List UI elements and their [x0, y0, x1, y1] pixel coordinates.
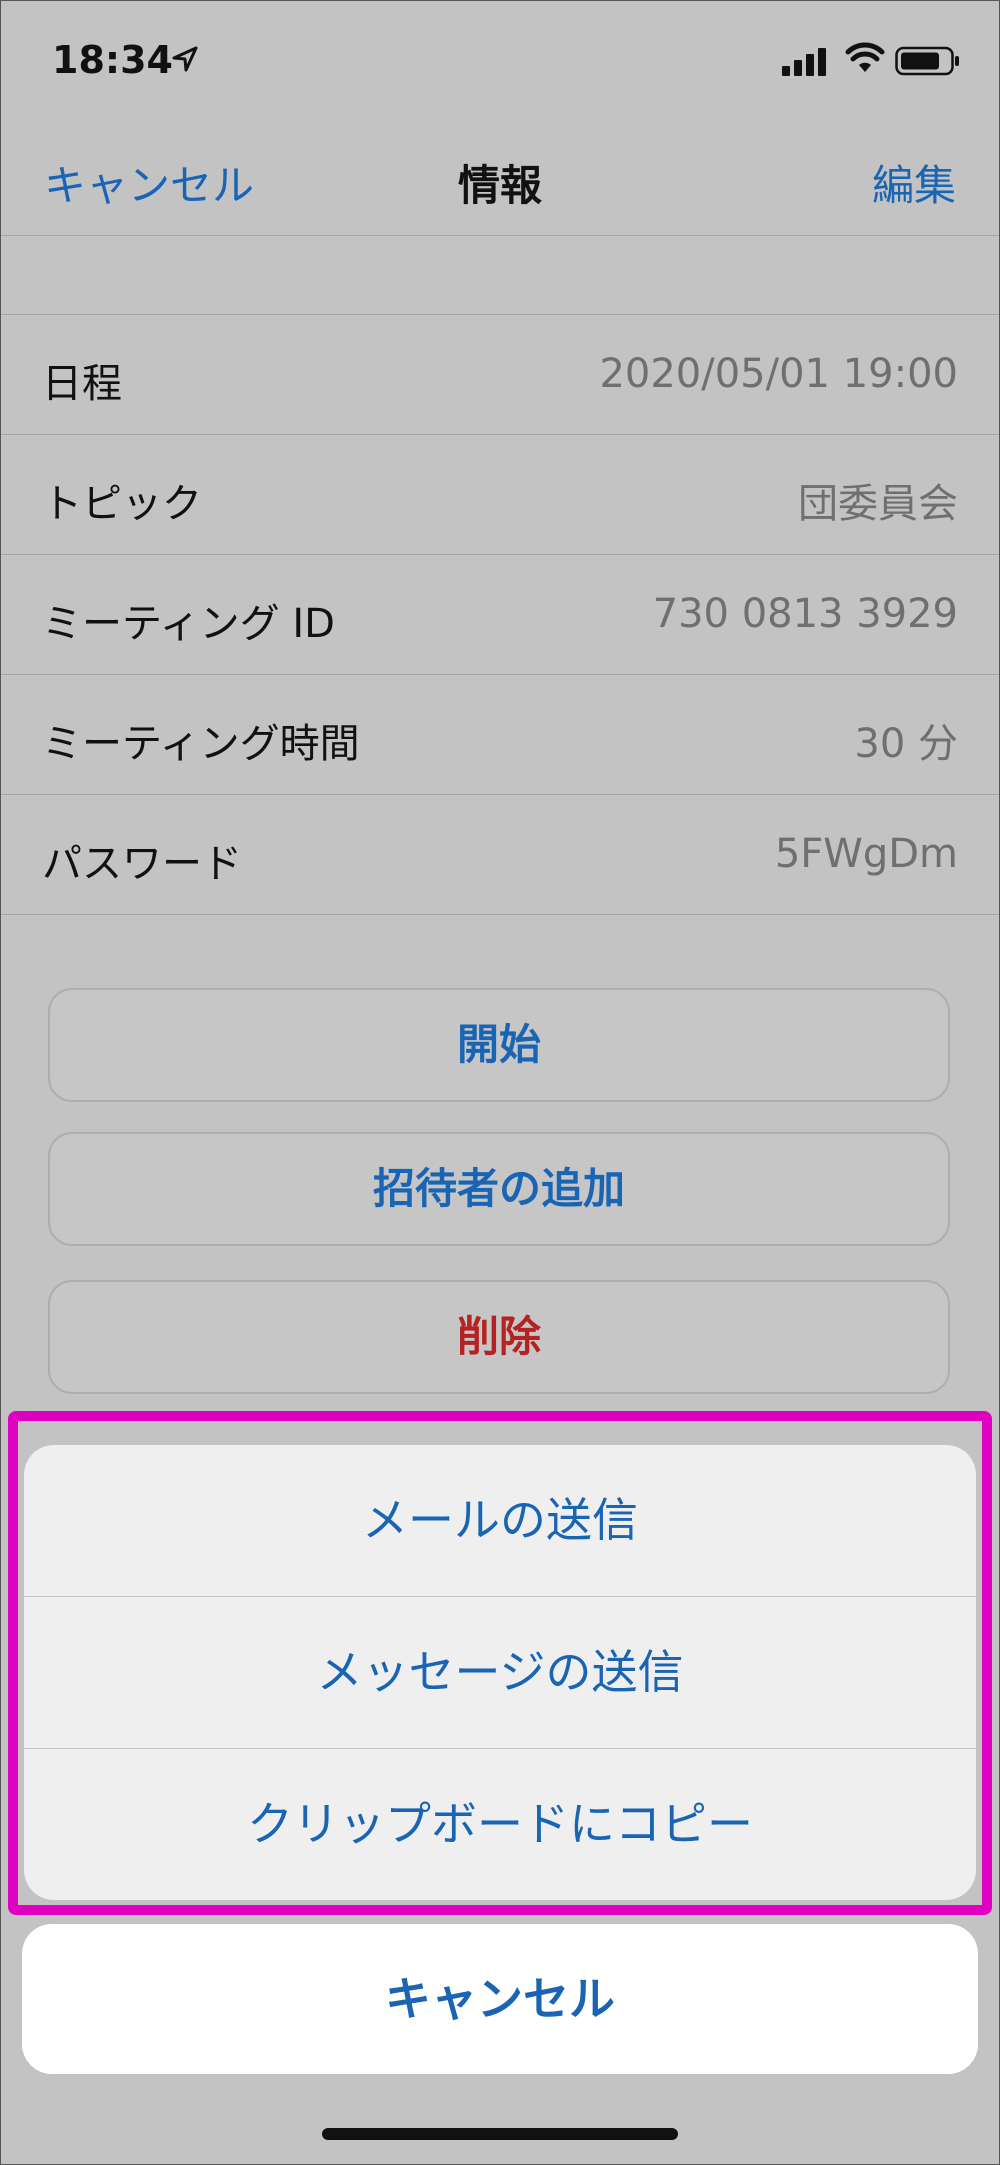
info-label: トピック	[42, 481, 202, 527]
share-action-sheet: メールの送信 メッセージの送信 クリップボードにコピー	[24, 1445, 976, 1900]
info-row-topic: トピック 団委員会	[0, 435, 1000, 555]
start-button[interactable]: 開始	[48, 988, 950, 1102]
info-row-duration: ミーティング時間 30 分	[0, 675, 1000, 795]
info-label: ミーティング時間	[42, 721, 360, 767]
info-label: パスワード	[42, 841, 242, 887]
status-time: 18:34	[52, 38, 173, 82]
info-row-password: パスワード 5FWgDm	[0, 795, 1000, 915]
nav-edit-button[interactable]: 編集	[872, 152, 956, 213]
location-arrow-icon	[172, 46, 198, 72]
info-label: ミーティング ID	[42, 601, 335, 647]
send-message-option[interactable]: メッセージの送信	[24, 1597, 976, 1749]
add-invitee-button[interactable]: 招待者の追加	[48, 1132, 950, 1246]
meeting-info-list: 日程 2020/05/01 19:00 トピック 団委員会 ミーティング ID …	[0, 314, 1000, 915]
info-row-meeting-id: ミーティング ID 730 0813 3929	[0, 555, 1000, 675]
info-value: 5FWgDm	[774, 831, 958, 877]
status-bar: 18:34	[0, 0, 1000, 120]
wifi-icon	[845, 42, 885, 72]
info-value: 団委員会	[798, 481, 958, 527]
cellular-signal-icon	[782, 48, 826, 76]
info-value: 30 分	[854, 721, 958, 767]
info-value: 730 0813 3929	[652, 591, 958, 637]
home-indicator[interactable]	[322, 2128, 678, 2140]
info-label: 日程	[42, 361, 122, 407]
copy-to-clipboard-option[interactable]: クリップボードにコピー	[24, 1749, 976, 1900]
info-row-schedule: 日程 2020/05/01 19:00	[0, 315, 1000, 435]
info-value: 2020/05/01 19:00	[599, 351, 958, 397]
delete-button[interactable]: 削除	[48, 1280, 950, 1394]
navigation-bar: キャンセル 情報 編集	[0, 120, 1000, 236]
nav-cancel-button[interactable]: キャンセル	[44, 152, 254, 213]
sheet-cancel-button[interactable]: キャンセル	[22, 1924, 978, 2074]
send-email-option[interactable]: メールの送信	[24, 1445, 976, 1597]
battery-icon	[895, 46, 959, 76]
